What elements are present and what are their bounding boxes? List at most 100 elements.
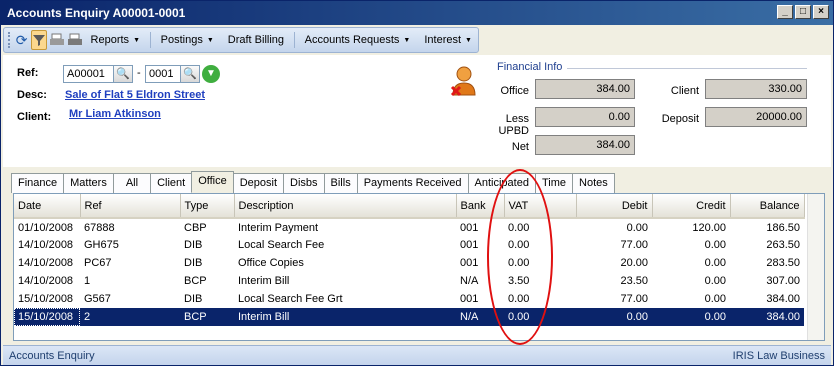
financial-info-divider: [567, 68, 807, 69]
cell-ref: GH675: [84, 239, 119, 251]
tab-disbs[interactable]: Disbs: [283, 173, 325, 193]
cell-credit: 0.00: [704, 275, 726, 287]
table-row[interactable]: 01/10/2008 67888 CBP Interim Payment 001…: [14, 218, 804, 236]
cell-credit: 120.00: [692, 221, 726, 234]
close-button[interactable]: ×: [813, 5, 829, 19]
tab-client[interactable]: Client: [150, 173, 193, 193]
column-header-type[interactable]: Type: [180, 194, 235, 219]
toolbar-separator: [150, 32, 151, 48]
cell-balance: 307.00: [766, 275, 800, 287]
ref-client-input[interactable]: A00001: [63, 65, 115, 83]
cell-credit: 0.00: [704, 239, 726, 251]
cell-debit: 0.00: [626, 221, 648, 234]
cell-debit: 0.00: [576, 308, 652, 326]
cell-type: DIB: [184, 239, 203, 251]
status-bar: Accounts Enquiry IRIS Law Business: [3, 345, 831, 365]
transactions-grid: Date Ref Type Description Bank VAT Debit…: [13, 193, 825, 341]
cell-ref: 67888: [84, 221, 115, 234]
column-header-ref[interactable]: Ref: [80, 194, 181, 219]
office-balance: 384.00: [535, 79, 635, 99]
reports-menu[interactable]: Reports ▼: [85, 34, 146, 46]
cell-type: BCP: [184, 275, 207, 287]
office-label: Office: [500, 85, 529, 97]
status-left-text: Accounts Enquiry: [9, 349, 95, 362]
go-arrow-icon[interactable]: ▼: [202, 65, 220, 83]
minimize-button[interactable]: _: [777, 5, 793, 19]
interest-menu[interactable]: Interest ▼: [418, 34, 478, 46]
cell-balance: 384.00: [766, 293, 800, 305]
accounts-enquiry-window: Accounts Enquiry A00001 -0001 _ □ × ⟳ Rep…: [0, 0, 834, 366]
desc-label: Desc:: [17, 89, 47, 101]
chevron-down-icon: ▼: [465, 36, 472, 44]
financial-info-title: Financial Info: [497, 61, 563, 73]
print-preview-icon[interactable]: [49, 30, 65, 50]
table-row[interactable]: 14/10/2008 PC67 DIB Office Copies 001 0.…: [14, 254, 804, 272]
cell-date: 15/10/2008: [14, 308, 80, 326]
draft-billing-label: Draft Billing: [227, 34, 285, 46]
tab-office[interactable]: Office: [191, 171, 234, 193]
net-label: Net: [511, 141, 529, 153]
cell-description: Local Search Fee Grt: [238, 293, 343, 305]
less-upbd-label: Less UPBD: [498, 113, 529, 137]
matter-description-link[interactable]: Sale of Flat 5 Eldron Street: [65, 89, 205, 101]
table-row[interactable]: 15/10/2008 G567 DIB Local Search Fee Grt…: [14, 290, 804, 308]
cell-ref: G567: [84, 293, 111, 305]
cell-debit: 20.00: [620, 257, 648, 269]
column-header-credit[interactable]: Credit: [652, 194, 731, 219]
accounts-requests-menu[interactable]: Accounts Requests ▼: [299, 34, 417, 46]
reports-menu-label: Reports: [90, 34, 130, 46]
cell-balance: 186.50: [766, 221, 800, 234]
tab-finance[interactable]: Finance: [11, 173, 65, 193]
search-client-button[interactable]: 🔍: [113, 65, 133, 83]
cell-type: DIB: [184, 293, 203, 305]
tab-all[interactable]: All: [112, 173, 152, 193]
search-matter-button[interactable]: 🔍: [180, 65, 200, 83]
draft-billing-button[interactable]: Draft Billing: [222, 34, 290, 46]
tab-notes[interactable]: Notes: [572, 173, 615, 193]
postings-menu[interactable]: Postings ▼: [155, 34, 220, 46]
matter-header-panel: Ref: A00001 🔍 - 0001 🔍 ▼ Desc: Sale of F…: [3, 55, 831, 167]
column-header-debit[interactable]: Debit: [576, 194, 653, 219]
client-user-icon: [450, 66, 476, 97]
maximize-button[interactable]: □: [795, 5, 811, 19]
toolbar: ⟳ Reports ▼ Postings ▼ Draft Billing Accou…: [3, 27, 479, 53]
table-row[interactable]: 14/10/2008 1 BCP Interim Bill N/A 3.50 2…: [14, 272, 804, 290]
window-controls: _ □ ×: [777, 5, 829, 19]
cell-description: Interim Payment: [238, 221, 319, 234]
cell-type: CBP: [184, 221, 207, 234]
filter-icon[interactable]: [30, 30, 47, 50]
interest-menu-label: Interest: [424, 34, 462, 46]
vat-column-highlight-annotation: [487, 169, 553, 345]
client-label: Client:: [17, 111, 52, 123]
table-row-selected[interactable]: 15/10/2008 2 BCP Interim Bill N/A 0.00 0…: [14, 308, 804, 326]
ref-separator: -: [137, 67, 141, 79]
refresh-icon[interactable]: ⟳: [15, 30, 29, 50]
transactions-table: Date Ref Type Description Bank VAT Debit…: [14, 194, 805, 326]
cell-debit: 77.00: [620, 239, 648, 251]
client-balance-label: Client: [670, 85, 699, 97]
column-header-date[interactable]: Date: [14, 194, 81, 219]
print-icon[interactable]: [67, 30, 83, 50]
cell-description: Office Copies: [238, 257, 304, 269]
toolbar-grip[interactable]: [8, 32, 11, 48]
cell-date: 14/10/2008: [18, 239, 74, 251]
less-upbd-balance: 0.00: [535, 107, 635, 127]
column-header-description[interactable]: Description: [234, 194, 457, 219]
grid-header-row: Date Ref Type Description Bank VAT Debit…: [14, 194, 805, 219]
tab-payments-received[interactable]: Payments Received: [356, 173, 469, 193]
tab-deposit[interactable]: Deposit: [232, 173, 285, 193]
cell-balance: 384.00: [730, 308, 804, 326]
column-header-balance[interactable]: Balance: [730, 194, 805, 219]
vertical-scrollbar[interactable]: [807, 194, 824, 340]
cell-ref: 2: [80, 308, 180, 326]
chevron-down-icon: ▼: [206, 36, 214, 44]
tab-bills[interactable]: Bills: [323, 173, 358, 193]
tab-matters[interactable]: Matters: [63, 173, 114, 193]
client-name-link[interactable]: Mr Liam Atkinson: [69, 108, 161, 120]
net-balance: 384.00: [535, 135, 635, 155]
ref-matter-input[interactable]: 0001: [145, 65, 181, 83]
cell-description: Local Search Fee: [238, 239, 325, 251]
cell-date: 01/10/2008: [18, 221, 74, 234]
deposit-label: Deposit: [661, 113, 699, 125]
table-row[interactable]: 14/10/2008 GH675 DIB Local Search Fee 00…: [14, 236, 804, 254]
